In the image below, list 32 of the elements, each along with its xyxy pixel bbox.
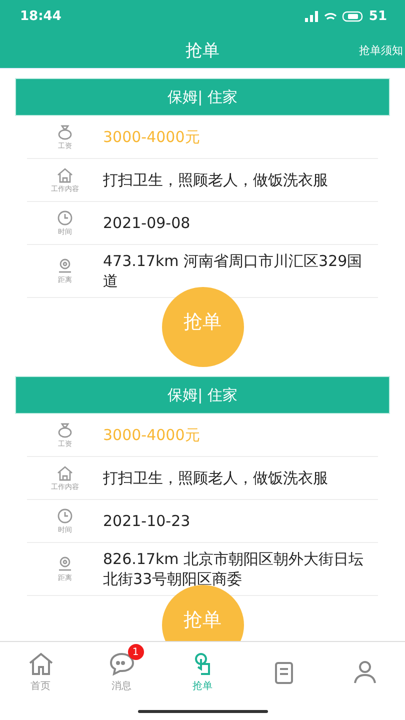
grab-order-button[interactable]: 抢单 [162,287,244,367]
signal-icon [304,10,319,22]
tab-label: 首页 [30,680,50,693]
tab-label: 消息 [112,680,132,693]
wifi-icon [324,10,337,22]
house-icon [56,464,74,480]
tab-item[interactable]: 抢单 [162,642,243,702]
money-bag-icon [56,124,74,140]
page-title: 抢单 [186,40,220,62]
category-header: 保姆| 住家 [15,376,390,414]
tab-label: 抢单 [192,680,212,693]
field-value: 2021-09-08 [103,213,192,233]
field-value: 打扫卫生，照顾老人，做饭洗衣服 [103,468,329,488]
tab-item[interactable]: 消息 1 [81,642,162,702]
battery-level: 51 [368,8,387,24]
status-time: 18:44 [20,8,62,24]
grab-notice-link[interactable]: 抢单须知 [359,42,403,58]
tab-item[interactable]: 首页 [0,642,81,702]
field-value: 3000-4000元 [103,425,201,445]
field-value: 3000-4000元 [103,127,201,147]
home-icon [26,651,54,677]
clock-icon [56,508,74,524]
chat-bubble-icon [108,651,136,677]
category-header: 保姆| 住家 [15,78,390,116]
house-icon [56,166,74,182]
battery-icon [342,10,364,22]
clock-icon [56,210,74,226]
field-value: 打扫卫生，照顾老人，做饭洗衣服 [103,170,329,190]
grab-order-button[interactable]: 抢单 [162,585,244,641]
field-value: 2021-10-23 [103,511,192,531]
money-bag-icon [56,422,74,438]
unread-badge: 1 [128,644,144,660]
